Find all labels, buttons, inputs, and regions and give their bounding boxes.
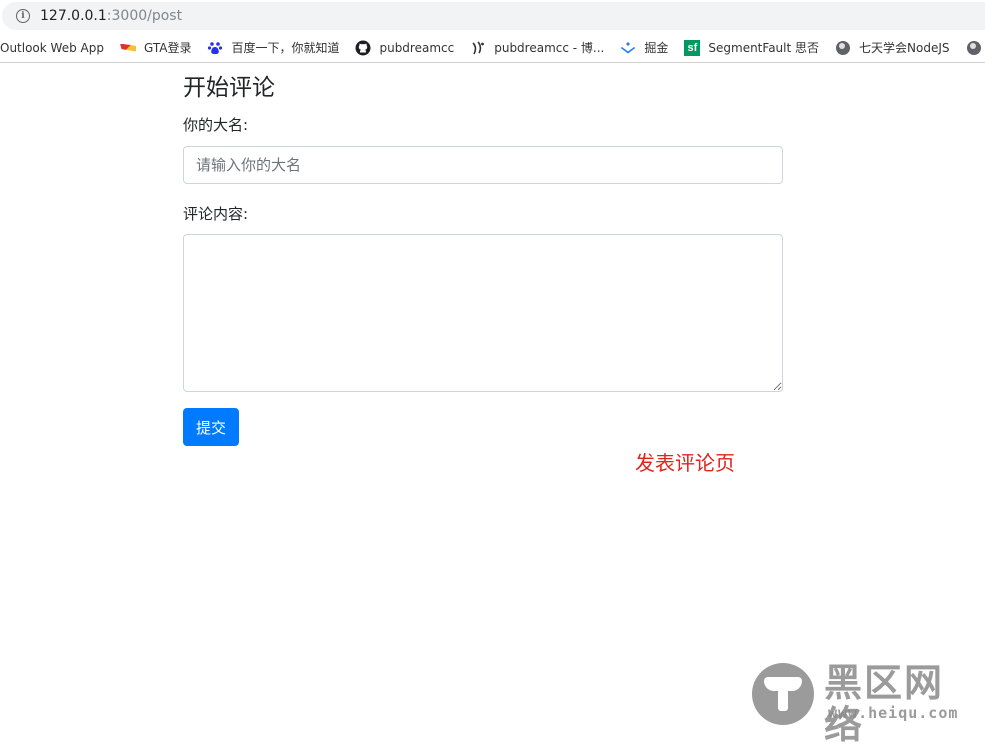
- bookmark-label: GTA登录: [144, 39, 191, 56]
- address-bar[interactable]: i 127.0.0.1:3000/post: [2, 2, 985, 30]
- page-title: 开始评论: [183, 73, 783, 103]
- comment-form: 开始评论 你的大名: 评论内容: 提交: [183, 70, 783, 446]
- globe-icon: [966, 40, 982, 56]
- bookmarks-bar: Outlook Web App GTA登录 百度一下，你就知道 pubdream…: [0, 33, 985, 63]
- bookmark-gta[interactable]: GTA登录: [120, 39, 191, 56]
- name-label: 你的大名:: [183, 115, 783, 135]
- browser-toolbar: i 127.0.0.1:3000/post: [0, 0, 985, 32]
- url-path: :3000/post: [107, 8, 182, 24]
- bookmark-label: SegmentFault 思否: [708, 39, 819, 56]
- bookmark-label: Outlook Web App: [0, 41, 104, 55]
- bookmark-nodejs[interactable]: 七天学会NodeJS: [835, 39, 949, 56]
- bookmark-label: pubdreamcc: [379, 41, 454, 55]
- watermark: 黑区网络 www.heiqu.com: [752, 660, 982, 726]
- content-label: 评论内容:: [183, 204, 783, 224]
- page-annotation: 发表评论页: [635, 449, 735, 477]
- globe-icon: [835, 40, 851, 56]
- bookmark-baidu[interactable]: 百度一下，你就知道: [207, 39, 339, 56]
- info-icon[interactable]: i: [16, 9, 30, 23]
- name-input[interactable]: [183, 146, 783, 184]
- baidu-paw-icon: [207, 40, 223, 56]
- content-textarea[interactable]: [183, 234, 783, 392]
- bookmark-github[interactable]: pubdreamcc: [355, 40, 454, 56]
- bookmark-outlook[interactable]: Outlook Web App: [0, 41, 104, 55]
- bookmark-cnblogs[interactable]: pubdreamcc - 博...: [470, 39, 604, 56]
- gta-icon: [120, 40, 136, 56]
- url-host: 127.0.0.1: [40, 8, 107, 24]
- bookmark-label: 百度一下，你就知道: [231, 39, 339, 56]
- watermark-url: www.heiqu.com: [828, 704, 958, 722]
- bookmark-label: pubdreamcc - 博...: [494, 39, 604, 56]
- bookmark-label: 掘金: [644, 39, 668, 56]
- submit-button[interactable]: 提交: [183, 408, 239, 446]
- bookmark-juejin[interactable]: 掘金: [620, 39, 668, 56]
- bookmark-extra[interactable]: [966, 40, 985, 56]
- github-icon: [355, 40, 371, 56]
- cnblogs-icon: [470, 40, 486, 56]
- bookmark-segmentfault[interactable]: sf SegmentFault 思否: [684, 39, 819, 56]
- bookmark-label: 七天学会NodeJS: [859, 39, 949, 56]
- mushroom-logo-icon: [752, 663, 814, 725]
- juejin-icon: [620, 40, 636, 56]
- segmentfault-icon: sf: [684, 40, 700, 56]
